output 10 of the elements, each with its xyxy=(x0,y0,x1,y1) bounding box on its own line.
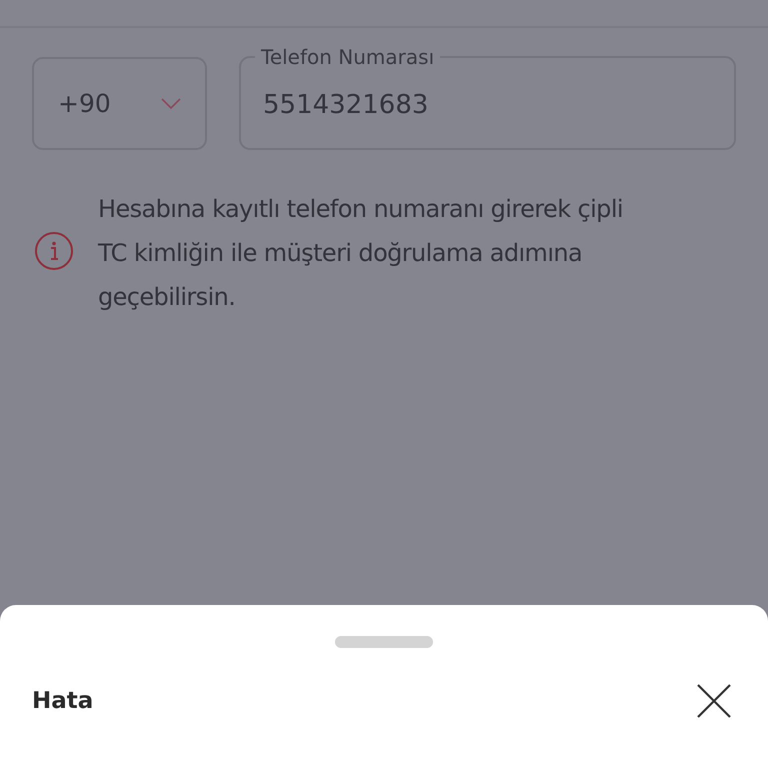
drag-handle[interactable] xyxy=(335,636,433,648)
field-label: Telefon Numarası xyxy=(260,45,436,69)
info-message: Hesabına kayıtlı telefon numaranı girerek çipli TC kimliğin ile müşteri doğrulama adımına geçebilirsin. xyxy=(98,194,624,313)
phone-number-value: 5514321683 xyxy=(263,90,428,120)
info-icon xyxy=(34,231,74,271)
sheet-title: Hata xyxy=(32,688,94,714)
chevron-down-icon xyxy=(161,98,181,110)
close-icon xyxy=(697,684,731,718)
close-button[interactable] xyxy=(697,684,731,718)
country-code-select[interactable]: +90 xyxy=(32,57,207,150)
